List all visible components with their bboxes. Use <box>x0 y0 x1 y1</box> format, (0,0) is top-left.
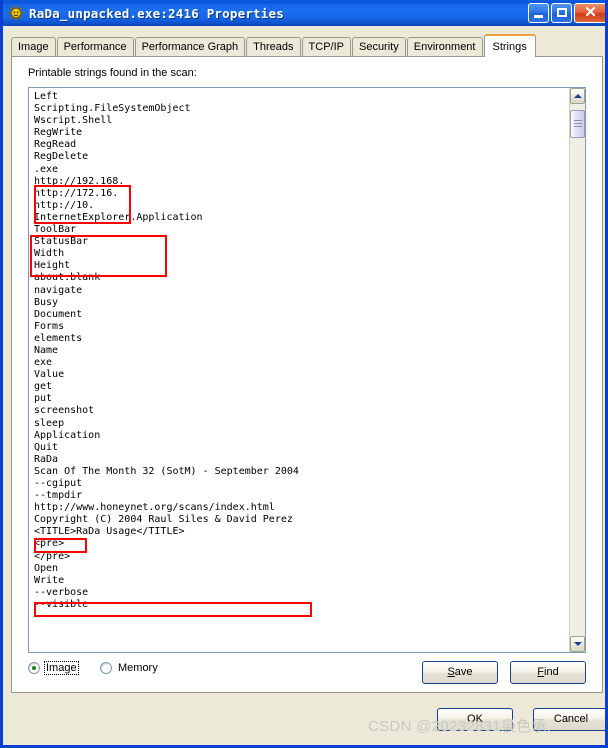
string-line[interactable]: Quit <box>34 442 569 454</box>
string-line[interactable]: sleep <box>34 418 569 430</box>
dialog-footer: OK Cancel CSDN @20232831袅色承. <box>3 693 605 745</box>
tab-strip: Image Performance Performance Graph Thre… <box>11 34 603 57</box>
tab-performance-graph[interactable]: Performance Graph <box>134 37 246 56</box>
string-line[interactable]: elements <box>34 333 569 345</box>
string-line[interactable]: Wscript.Shell <box>34 115 569 127</box>
radio-indicator <box>100 662 112 674</box>
grip-icon <box>574 120 582 127</box>
string-line[interactable]: Document <box>34 309 569 321</box>
scroll-up-button[interactable] <box>570 88 585 104</box>
string-line[interactable]: ToolBar <box>34 224 569 236</box>
string-line[interactable]: InternetExplorer.Application <box>34 212 569 224</box>
radio-image[interactable]: Image <box>28 661 79 675</box>
minimize-icon <box>534 15 543 18</box>
tab-tcpip[interactable]: TCP/IP <box>301 37 351 56</box>
string-line[interactable]: get <box>34 381 569 393</box>
string-line[interactable]: Scan Of The Month 32 (SotM) - September … <box>34 466 569 478</box>
string-line[interactable]: about:blank <box>34 272 569 284</box>
string-line[interactable]: </pre> <box>34 551 569 563</box>
tab-label: TCP/IP <box>308 41 344 53</box>
sun-icon <box>7 4 25 22</box>
strings-scrollbar[interactable] <box>569 88 585 652</box>
maximize-icon <box>557 8 567 17</box>
radio-memory-label: Memory <box>118 662 158 674</box>
string-line[interactable]: http://172.16. <box>34 188 569 200</box>
tab-strings[interactable]: Strings <box>483 34 536 57</box>
tab-threads[interactable]: Threads <box>246 37 301 56</box>
string-line[interactable]: navigate <box>34 285 569 297</box>
close-button[interactable]: ✕ <box>574 3 605 23</box>
string-line[interactable]: http://10. <box>34 200 569 212</box>
radio-image-label: Image <box>44 661 79 675</box>
string-line[interactable]: exe <box>34 357 569 369</box>
string-line[interactable]: Application <box>34 430 569 442</box>
string-line[interactable]: http://www.honeynet.org/scans/index.html <box>34 502 569 514</box>
tab-label: Performance <box>63 41 127 53</box>
scrollbar-thumb[interactable] <box>570 110 585 138</box>
strings-tab-panel: Printable strings found in the scan: Lef… <box>11 56 603 693</box>
string-line[interactable]: Copyright (C) 2004 Raul Siles & David Pe… <box>34 514 569 526</box>
tab-environment[interactable]: Environment <box>406 37 483 56</box>
radio-indicator <box>28 662 40 674</box>
string-line[interactable]: Width <box>34 248 569 260</box>
string-line[interactable]: <TITLE>RaDa Usage</TITLE> <box>34 526 569 538</box>
tab-label: Performance Graph <box>141 41 239 53</box>
tab-label: Strings <box>492 41 527 53</box>
string-line[interactable]: Forms <box>34 321 569 333</box>
string-line[interactable]: Scripting.FileSystemObject <box>34 103 569 115</box>
panel-bottom-row: Image Memory Save Find <box>12 657 604 693</box>
find-button[interactable]: Find <box>510 661 586 684</box>
string-line[interactable]: put <box>34 393 569 405</box>
string-line[interactable]: Busy <box>34 297 569 309</box>
tab-label: Image <box>18 41 49 53</box>
tab-label: Security <box>358 41 399 53</box>
string-line[interactable]: Open <box>34 563 569 575</box>
properties-window: RaDa_unpacked.exe:2416 Properties ✕ Imag… <box>0 0 608 748</box>
save-button[interactable]: Save <box>422 661 498 684</box>
string-line[interactable]: screenshot <box>34 405 569 417</box>
string-line[interactable]: RegRead <box>34 139 569 151</box>
string-line[interactable]: --cgiput <box>34 478 569 490</box>
radio-memory[interactable]: Memory <box>100 661 160 675</box>
string-line[interactable]: Name <box>34 345 569 357</box>
tab-image[interactable]: Image <box>11 37 56 56</box>
panel-description: Printable strings found in the scan: <box>28 67 197 79</box>
string-line[interactable]: http://192.168. <box>34 176 569 188</box>
chevron-up-icon <box>573 94 582 98</box>
tab-label: Threads <box>253 41 294 53</box>
string-line[interactable]: Value <box>34 369 569 381</box>
tab-performance[interactable]: Performance <box>56 37 134 56</box>
string-line[interactable]: Write <box>34 575 569 587</box>
string-line[interactable]: Height <box>34 260 569 272</box>
string-line[interactable]: .exe <box>34 164 569 176</box>
csdn-watermark: CSDN @20232831袅色承. <box>368 718 552 735</box>
tab-security[interactable]: Security <box>351 37 406 56</box>
string-line[interactable]: --verbose <box>34 587 569 599</box>
string-line[interactable]: --visible <box>34 599 569 611</box>
close-icon: ✕ <box>584 4 597 21</box>
string-line[interactable]: RaDa <box>34 454 569 466</box>
string-line[interactable]: Left <box>34 91 569 103</box>
chevron-down-icon <box>573 642 582 646</box>
window-titlebar: RaDa_unpacked.exe:2416 Properties ✕ <box>3 0 605 26</box>
minimize-button[interactable] <box>528 3 549 23</box>
string-line[interactable]: <pre> <box>34 538 569 550</box>
maximize-button[interactable] <box>551 3 572 23</box>
scroll-down-button[interactable] <box>570 636 585 652</box>
strings-list: Left Scripting.FileSystemObject Wscript.Sh… <box>29 88 569 611</box>
string-line[interactable]: --tmpdir <box>34 490 569 502</box>
string-line[interactable]: StatusBar <box>34 236 569 248</box>
window-title: RaDa_unpacked.exe:2416 Properties <box>29 5 284 21</box>
strings-listbox[interactable]: Left Scripting.FileSystemObject Wscript.Sh… <box>28 87 586 653</box>
string-line[interactable]: RegWrite <box>34 127 569 139</box>
cancel-button-label: Cancel <box>553 713 589 725</box>
window-controls: ✕ <box>528 3 605 23</box>
string-line[interactable]: RegDelete <box>34 151 569 163</box>
tab-label: Environment <box>413 41 476 53</box>
